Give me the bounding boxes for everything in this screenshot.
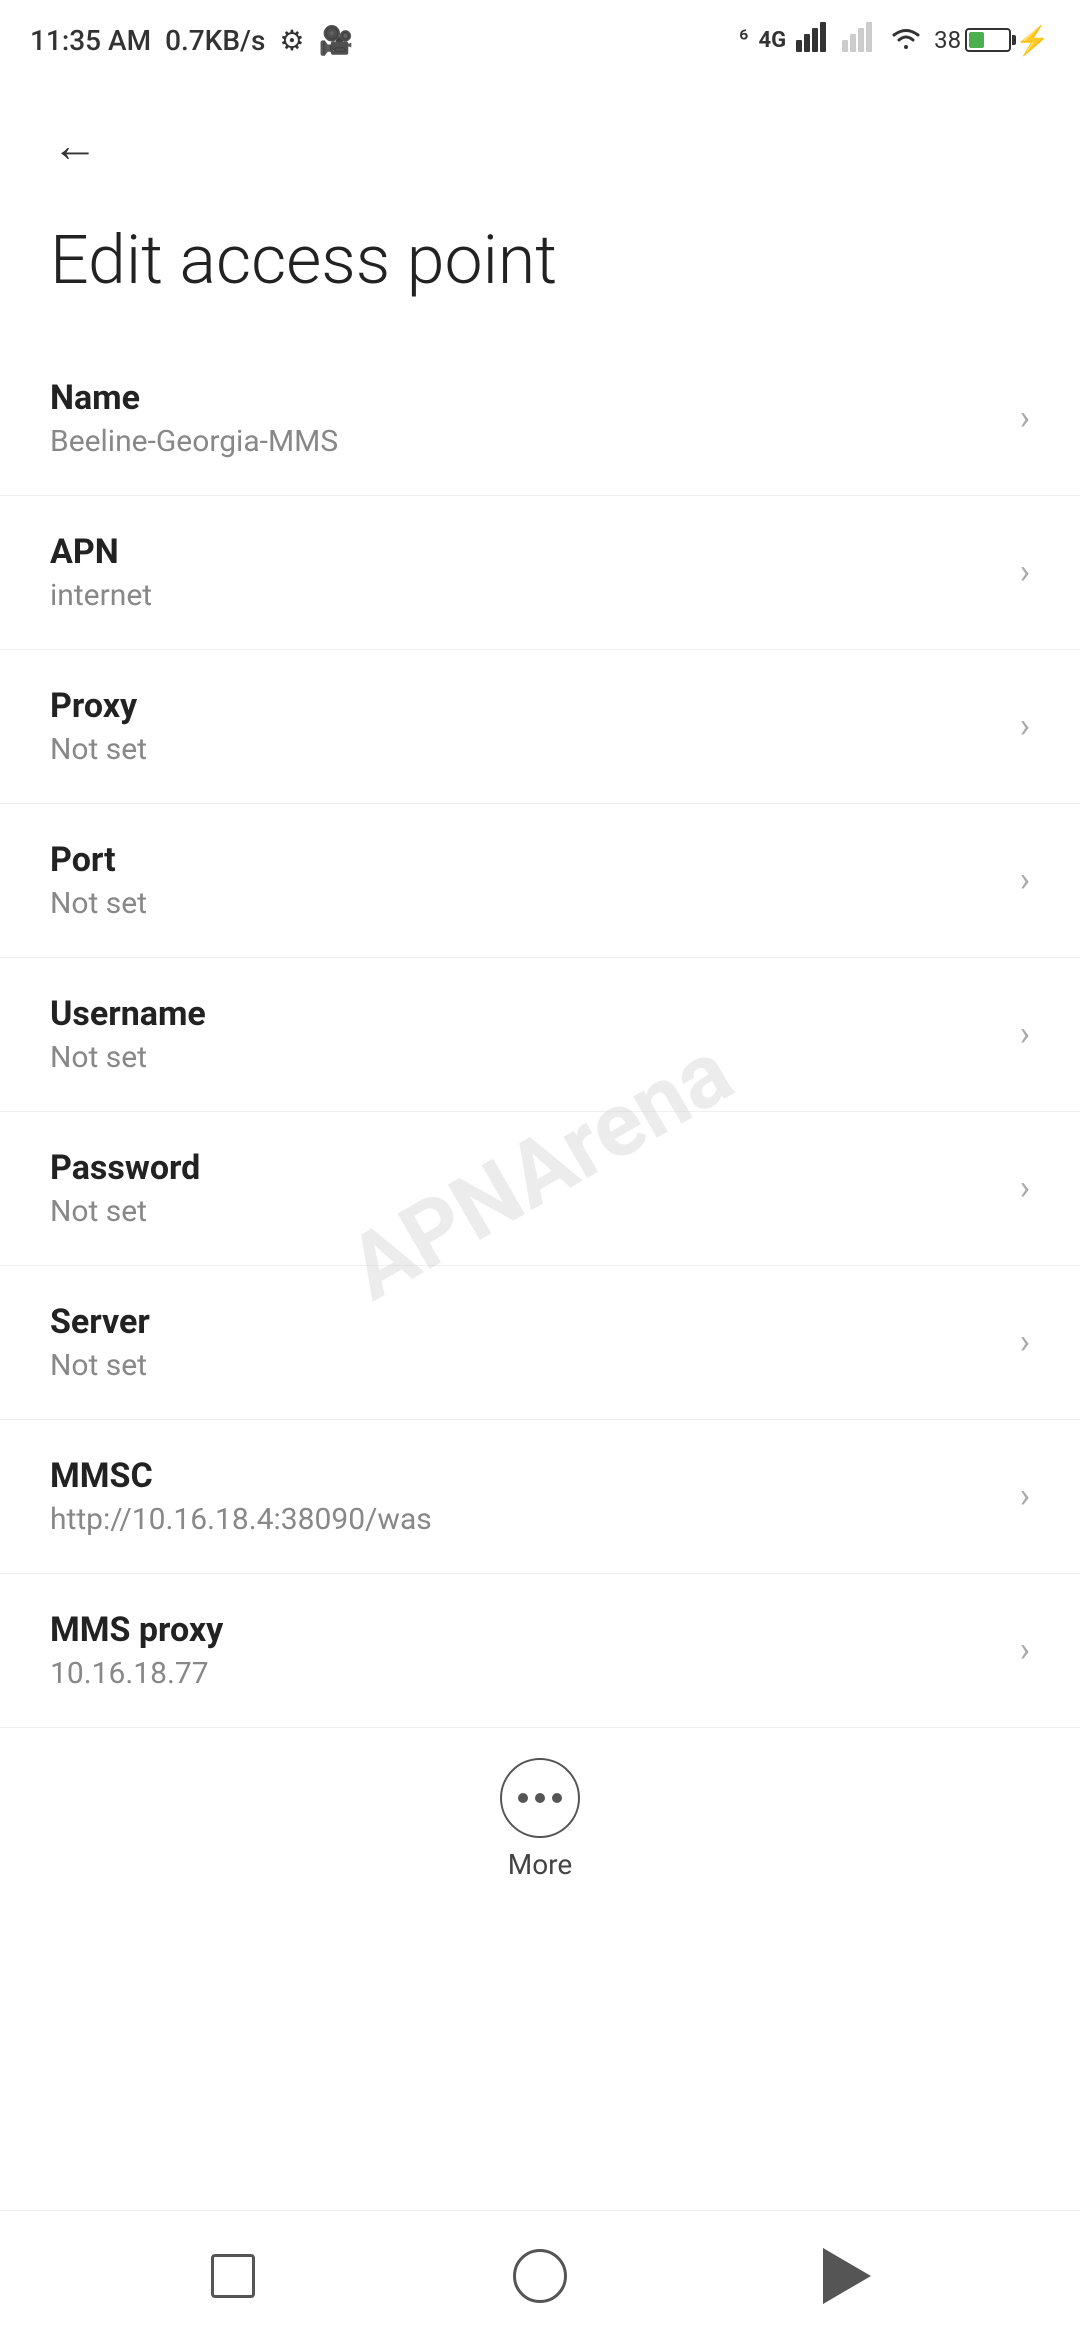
settings-item-label-mms-proxy: MMS proxy (50, 1610, 1000, 1650)
chevron-icon-mms-proxy: › (1020, 1630, 1030, 1670)
settings-item-value-username: Not set (50, 1040, 1000, 1075)
status-time: 11:35 AM (30, 24, 151, 57)
settings-item-label-name: Name (50, 378, 1000, 418)
settings-item-name[interactable]: Name Beeline-Georgia-MMS › (0, 342, 1080, 496)
settings-item-content-server: Server Not set (50, 1302, 1000, 1383)
chevron-icon-mmsc: › (1020, 1476, 1030, 1516)
settings-item-label-mmsc: MMSC (50, 1456, 1000, 1496)
settings-item-port[interactable]: Port Not set › (0, 804, 1080, 958)
settings-item-label-apn: APN (50, 532, 1000, 572)
settings-item-content-proxy: Proxy Not set (50, 686, 1000, 767)
nav-back-icon (823, 2248, 871, 2304)
more-area: More (0, 1728, 1080, 1901)
status-right: ⁶ 4G 38 (739, 22, 1050, 59)
bluetooth-icon: ⁶ (739, 25, 749, 55)
chevron-icon-apn: › (1020, 552, 1030, 592)
settings-item-label-username: Username (50, 994, 1000, 1034)
signal-4g-icon: 4G (759, 28, 787, 53)
status-speed: 0.7KB/s (165, 24, 265, 57)
status-left: 11:35 AM 0.7KB/s ⚙ 🎥 (30, 24, 353, 57)
settings-item-label-proxy: Proxy (50, 686, 1000, 726)
settings-item-content-username: Username Not set (50, 994, 1000, 1075)
more-dot2 (535, 1793, 545, 1803)
settings-item-value-mms-proxy: 10.16.18.77 (50, 1656, 1000, 1691)
settings-icon: ⚙ (279, 24, 304, 57)
signal-bars2-icon (842, 22, 878, 59)
chevron-icon-proxy: › (1020, 706, 1030, 746)
settings-item-content-name: Name Beeline-Georgia-MMS (50, 378, 1000, 459)
chevron-icon-port: › (1020, 860, 1030, 900)
back-arrow-icon: ← (52, 118, 98, 173)
settings-item-value-port: Not set (50, 886, 1000, 921)
settings-item-mms-proxy[interactable]: MMS proxy 10.16.18.77 › (0, 1574, 1080, 1728)
more-label: More (508, 1848, 573, 1881)
nav-bar (0, 2210, 1080, 2340)
status-bar: 11:35 AM 0.7KB/s ⚙ 🎥 ⁶ 4G (0, 0, 1080, 80)
settings-item-content-mmsc: MMSC http://10.16.18.4:38090/was (50, 1456, 1000, 1537)
back-area: ← (0, 80, 1080, 200)
nav-home-button[interactable] (490, 2236, 590, 2316)
settings-item-label-server: Server (50, 1302, 1000, 1342)
settings-item-label-password: Password (50, 1148, 1000, 1188)
nav-recents-button[interactable] (183, 2236, 283, 2316)
back-button[interactable]: ← (40, 110, 110, 180)
settings-list: Name Beeline-Georgia-MMS › APN internet … (0, 342, 1080, 1728)
wifi-icon (888, 23, 924, 58)
settings-item-value-apn: internet (50, 578, 1000, 613)
settings-item-proxy[interactable]: Proxy Not set › (0, 650, 1080, 804)
settings-item-content-password: Password Not set (50, 1148, 1000, 1229)
battery-indicator: 38 ⚡ (934, 24, 1050, 57)
chevron-icon-username: › (1020, 1014, 1030, 1054)
more-dot1 (518, 1793, 528, 1803)
more-dot3 (552, 1793, 562, 1803)
settings-item-value-mmsc: http://10.16.18.4:38090/was (50, 1502, 1000, 1537)
signal-bars-icon (796, 22, 832, 59)
settings-item-password[interactable]: Password Not set › (0, 1112, 1080, 1266)
settings-item-content-mms-proxy: MMS proxy 10.16.18.77 (50, 1610, 1000, 1691)
settings-item-label-port: Port (50, 840, 1000, 880)
battery-icon (965, 28, 1011, 52)
settings-item-value-name: Beeline-Georgia-MMS (50, 424, 1000, 459)
settings-item-apn[interactable]: APN internet › (0, 496, 1080, 650)
chevron-icon-server: › (1020, 1322, 1030, 1362)
settings-item-mmsc[interactable]: MMSC http://10.16.18.4:38090/was › (0, 1420, 1080, 1574)
settings-item-value-proxy: Not set (50, 732, 1000, 767)
settings-item-server[interactable]: Server Not set › (0, 1266, 1080, 1420)
page-title: Edit access point (0, 200, 1080, 342)
nav-recents-icon (211, 2254, 255, 2298)
more-button[interactable]: More (500, 1758, 580, 1881)
nav-back-button[interactable] (797, 2236, 897, 2316)
settings-item-value-server: Not set (50, 1348, 1000, 1383)
video-icon: 🎥 (318, 24, 353, 57)
nav-home-icon (513, 2249, 567, 2303)
chevron-icon-name: › (1020, 398, 1030, 438)
settings-item-content-apn: APN internet (50, 532, 1000, 613)
settings-item-value-password: Not set (50, 1194, 1000, 1229)
settings-item-username[interactable]: Username Not set › (0, 958, 1080, 1112)
more-circle-icon (500, 1758, 580, 1838)
settings-item-content-port: Port Not set (50, 840, 1000, 921)
chevron-icon-password: › (1020, 1168, 1030, 1208)
